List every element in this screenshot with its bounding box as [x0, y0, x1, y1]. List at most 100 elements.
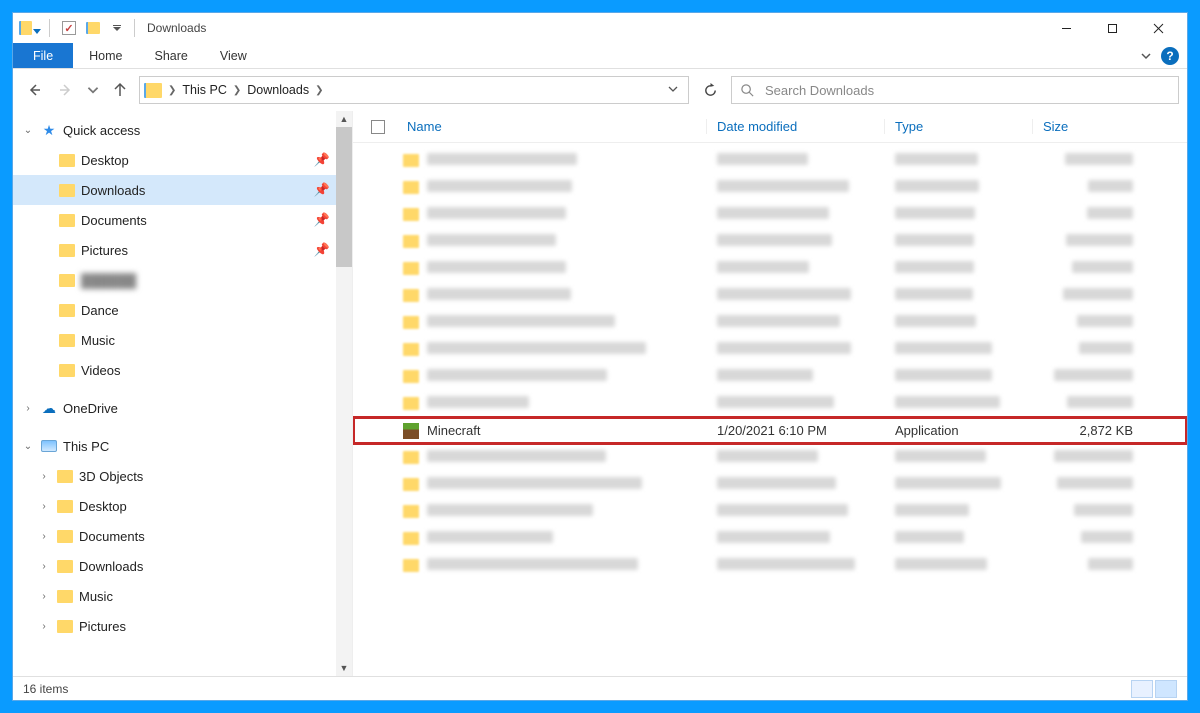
scroll-up-icon[interactable]: ▲: [336, 111, 352, 127]
file-row-blurred[interactable]: [353, 282, 1187, 309]
file-row-blurred[interactable]: [353, 309, 1187, 336]
folder-icon: [55, 500, 75, 513]
scrollbar-thumb[interactable]: [336, 127, 352, 267]
search-input[interactable]: Search Downloads: [731, 76, 1179, 104]
file-date: 1/20/2021 6:10 PM: [707, 423, 885, 438]
tree-quick-access[interactable]: ⌄ ★ Quick access: [13, 115, 352, 145]
tab-home[interactable]: Home: [73, 43, 138, 68]
tree-item[interactable]: Dance: [13, 295, 352, 325]
tree-item[interactable]: ›Downloads: [13, 551, 352, 581]
tree-label: Downloads: [81, 183, 145, 198]
refresh-button[interactable]: [695, 76, 725, 104]
chevron-right-icon[interactable]: ❯: [233, 85, 241, 96]
file-rows: Minecraft1/20/2021 6:10 PMApplication2,8…: [353, 143, 1187, 676]
item-count: 16 items: [23, 682, 68, 696]
recent-locations-icon[interactable]: [85, 82, 101, 98]
maximize-button[interactable]: [1089, 13, 1135, 43]
column-date[interactable]: Date modified: [707, 119, 885, 134]
tree-item[interactable]: Documents📌: [13, 205, 352, 235]
file-row-blurred[interactable]: [353, 498, 1187, 525]
column-size[interactable]: Size: [1033, 119, 1143, 134]
file-row-blurred[interactable]: [353, 336, 1187, 363]
address-dropdown-icon[interactable]: [662, 81, 684, 99]
thumbnails-view-button[interactable]: [1155, 680, 1177, 698]
tree-item[interactable]: ██████: [13, 265, 352, 295]
file-row-blurred[interactable]: [353, 444, 1187, 471]
properties-check-icon[interactable]: ✓: [58, 17, 80, 39]
file-icon: [403, 451, 427, 464]
chevron-right-icon[interactable]: ›: [21, 403, 35, 414]
file-row-blurred[interactable]: [353, 201, 1187, 228]
chevron-right-icon[interactable]: ›: [37, 591, 51, 602]
tree-item[interactable]: ›3D Objects: [13, 461, 352, 491]
new-folder-icon[interactable]: [82, 17, 104, 39]
help-icon[interactable]: ?: [1161, 47, 1179, 65]
file-row-blurred[interactable]: [353, 363, 1187, 390]
folder-icon: [57, 184, 77, 197]
file-row-blurred[interactable]: [353, 147, 1187, 174]
details-view-button[interactable]: [1131, 680, 1153, 698]
tree-this-pc[interactable]: ⌄ This PC: [13, 431, 352, 461]
tree-item[interactable]: Downloads📌: [13, 175, 352, 205]
tree-item[interactable]: ›Desktop: [13, 491, 352, 521]
customize-qat-icon[interactable]: [106, 17, 128, 39]
tree-item[interactable]: Desktop📌: [13, 145, 352, 175]
column-headers: Name Date modified Type Size: [353, 111, 1187, 143]
collapse-ribbon-icon[interactable]: [1139, 49, 1153, 63]
pc-icon: [39, 440, 59, 452]
tree-item[interactable]: ›Pictures: [13, 611, 352, 641]
forward-button[interactable]: [53, 77, 79, 103]
tab-view[interactable]: View: [204, 43, 263, 68]
tree-item[interactable]: Videos: [13, 355, 352, 385]
back-button[interactable]: [21, 77, 47, 103]
chevron-down-icon[interactable]: ⌄: [21, 125, 35, 136]
chevron-right-icon[interactable]: ›: [37, 561, 51, 572]
folder-icon: [55, 470, 75, 483]
file-tab[interactable]: File: [13, 43, 73, 68]
file-icon: [403, 154, 427, 167]
folder-icon: [57, 274, 77, 287]
file-row-blurred[interactable]: [353, 228, 1187, 255]
file-row-minecraft[interactable]: Minecraft1/20/2021 6:10 PMApplication2,8…: [353, 417, 1187, 444]
up-button[interactable]: [107, 77, 133, 103]
window-title: Downloads: [147, 21, 206, 35]
navigation-tree: ▲ ▼ ⌄ ★ Quick access Desktop📌Downloads📌D…: [13, 111, 353, 676]
folder-icon: [57, 214, 77, 227]
tree-label: ██████: [81, 273, 136, 288]
file-row-blurred[interactable]: [353, 471, 1187, 498]
app-folder-icon: [19, 17, 41, 39]
column-type[interactable]: Type: [885, 119, 1033, 134]
chevron-right-icon[interactable]: ❯: [168, 85, 176, 96]
tree-onedrive[interactable]: › ☁ OneDrive: [13, 393, 352, 423]
file-row-blurred[interactable]: [353, 552, 1187, 579]
chevron-right-icon[interactable]: ›: [37, 471, 51, 482]
breadcrumb-this-pc[interactable]: This PC: [180, 83, 228, 97]
file-icon: [403, 478, 427, 491]
tree-item[interactable]: Pictures 📌: [13, 235, 352, 265]
breadcrumb-downloads[interactable]: Downloads: [245, 83, 311, 97]
select-all-checkbox[interactable]: [353, 120, 403, 134]
pin-icon: 📌: [314, 242, 330, 258]
chevron-right-icon[interactable]: ›: [37, 501, 51, 512]
scroll-down-icon[interactable]: ▼: [336, 660, 352, 676]
file-icon: [403, 370, 427, 383]
navigation-bar: ❯ This PC ❯ Downloads ❯ Search Downloads: [13, 69, 1187, 111]
column-name[interactable]: Name: [403, 119, 707, 134]
folder-icon: [55, 530, 75, 543]
file-row-blurred[interactable]: [353, 390, 1187, 417]
tree-item[interactable]: Music: [13, 325, 352, 355]
chevron-right-icon[interactable]: ›: [37, 531, 51, 542]
tree-label: Pictures: [81, 243, 128, 258]
address-bar[interactable]: ❯ This PC ❯ Downloads ❯: [139, 76, 689, 104]
tab-share[interactable]: Share: [139, 43, 204, 68]
tree-item[interactable]: ›Music: [13, 581, 352, 611]
file-row-blurred[interactable]: [353, 255, 1187, 282]
file-row-blurred[interactable]: [353, 174, 1187, 201]
chevron-right-icon[interactable]: ❯: [315, 85, 323, 96]
tree-item[interactable]: ›Documents: [13, 521, 352, 551]
close-button[interactable]: [1135, 13, 1181, 43]
file-row-blurred[interactable]: [353, 525, 1187, 552]
chevron-down-icon[interactable]: ⌄: [21, 441, 35, 452]
minimize-button[interactable]: [1043, 13, 1089, 43]
chevron-right-icon[interactable]: ›: [37, 621, 51, 632]
